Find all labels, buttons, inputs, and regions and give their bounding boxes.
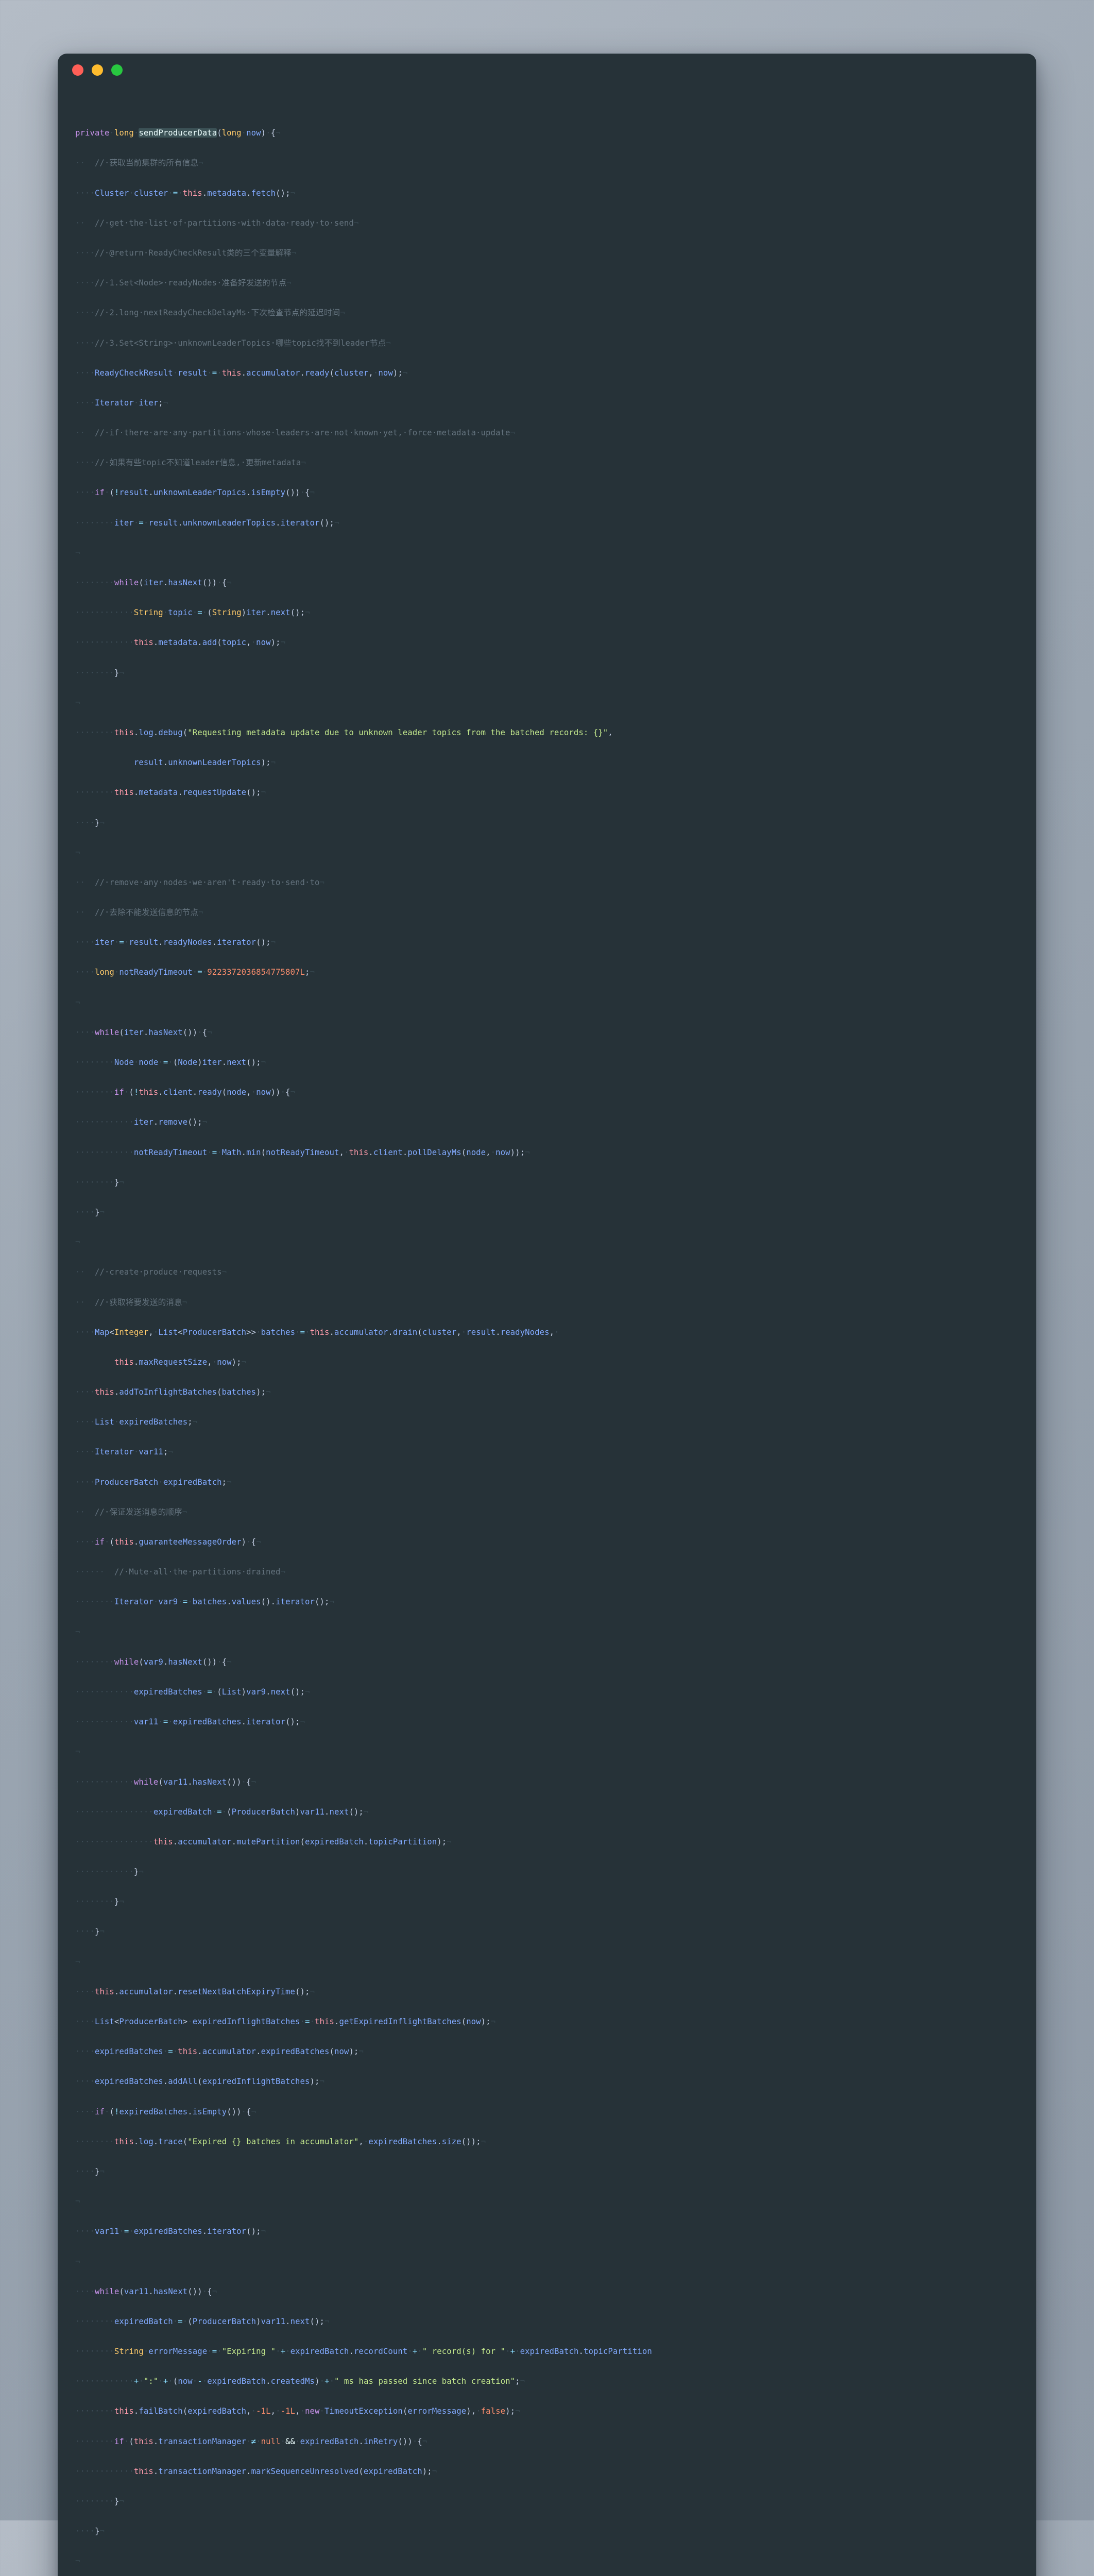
code-line: ····long·notReadyTimeout·=·9223372036854… — [75, 968, 315, 977]
code-line: ····while(iter.hasNext())·{¬ — [75, 1027, 212, 1037]
code-line: ············this.transactionManager.mark… — [75, 2466, 437, 2476]
code-line: ¬ — [75, 1627, 80, 1637]
code-line: ············notReadyTimeout·=·Math.min(n… — [75, 1147, 530, 1157]
code-line: ·· //·remove·any·nodes·we·aren't·ready·t… — [75, 877, 324, 887]
code-line: ············expiredBatches·=·(List)var9.… — [75, 1687, 310, 1697]
code-line: ········}¬ — [75, 2497, 124, 2506]
minimize-window-button[interactable] — [92, 64, 103, 76]
code-line: ········this.log.trace("Expired {} batch… — [75, 2137, 486, 2146]
code-line: ¬ — [75, 2197, 80, 2207]
code-line: ····}¬ — [75, 2166, 105, 2176]
code-line: ········iter·=·result.unknownLeaderTopic… — [75, 518, 339, 528]
code-line: ········while(iter.hasNext())·{¬ — [75, 578, 232, 587]
code-line: ············String·topic·=·(String)iter.… — [75, 608, 310, 618]
code-line: ····if·(!expiredBatches.isEmpty())·{¬ — [75, 2107, 257, 2116]
code-line: ¬ — [75, 1747, 80, 1757]
code-line: ············}¬ — [75, 1867, 144, 1877]
left-gutter-rail — [58, 87, 61, 2576]
code-line: ¬ — [75, 698, 80, 707]
code-line: ····Iterator·var11;¬ — [75, 1447, 173, 1457]
code-line: ····this.accumulator.resetNextBatchExpir… — [75, 1987, 315, 1996]
code-line: ····expiredBatches.addAll(expiredInfligh… — [75, 2077, 324, 2087]
code-line: private·long·sendProducerData(long·now)·… — [75, 128, 281, 138]
code-line: this.maxRequestSize,·now);¬ — [114, 1357, 247, 1367]
code-line: ········Iterator·var9·=·batches.values()… — [75, 1597, 334, 1607]
code-line: ¬ — [75, 548, 80, 557]
code-line: ················this.accumulator.mutePar… — [75, 1837, 452, 1846]
code-line: ·· //·if·there·are·any·partitions·whose·… — [75, 428, 515, 438]
code-line: ¬ — [75, 2257, 80, 2266]
code-line: ········while(var9.hasNext())·{¬ — [75, 1657, 232, 1667]
maximize-window-button[interactable] — [111, 64, 123, 76]
code-line: ········if·(this.transactionManager·≠·nu… — [75, 2436, 428, 2446]
code-line: ····//·如果有些topic不知道leader信息,·更新metadata¬ — [75, 458, 306, 468]
code-line: ····while(var11.hasNext())·{¬ — [75, 2286, 217, 2296]
code-line: ····//·1.Set<Node>·readyNodes·准备好发送的节点¬ — [75, 278, 292, 288]
code-line: ······ //·Mute·all·the·partitions·draine… — [75, 1567, 286, 1577]
code-line: ········if·(!this.client.ready(node,·now… — [75, 1088, 296, 1097]
code-line: ············var11·=·expiredBatches.itera… — [75, 1717, 305, 1727]
code-snippet-window: private·long·sendProducerData(long·now)·… — [58, 54, 1036, 2576]
code-line: ····if·(this.guaranteeMessageOrder)·{¬ — [75, 1537, 261, 1547]
window-titlebar — [58, 54, 1036, 87]
code-line: ········String·errorMessage·=·"Expiring … — [75, 2347, 652, 2357]
code-line: ·· //·create·produce·requests¬ — [75, 1267, 227, 1277]
code-line: ········}¬ — [75, 1897, 124, 1907]
close-window-button[interactable] — [72, 64, 83, 76]
code-line: ····this.addToInflightBatches(batches);¬ — [75, 1387, 271, 1397]
code-line: ····ProducerBatch·expiredBatch;¬ — [75, 1477, 232, 1487]
code-line: ········}¬ — [75, 668, 124, 677]
code-line: ············while(var11.hasNext())·{¬ — [75, 1777, 257, 1787]
code-editor-content[interactable]: private·long·sendProducerData(long·now)·… — [58, 87, 1036, 2576]
code-line: ····expiredBatches·=·this.accumulator.ex… — [75, 2047, 364, 2057]
code-line: ············this.metadata.add(topic,·now… — [75, 638, 286, 648]
code-line: ····//·@return·ReadyCheckResult类的三个变量解释¬ — [75, 248, 297, 258]
screenshot-stage: private·long·sendProducerData(long·now)·… — [0, 0, 1094, 2576]
code-line: ····iter·=·result.readyNodes.iterator();… — [75, 938, 276, 947]
code-line: ····//·2.long·nextReadyCheckDelayMs·下次检查… — [75, 308, 345, 318]
code-line: ····Map<Integer,·List<ProducerBatch>>·ba… — [75, 1327, 559, 1337]
code-line: ····if·(!result.unknownLeaderTopics.isEm… — [75, 488, 315, 498]
code-line: ····var11·=·expiredBatches.iterator();¬ — [75, 2227, 266, 2236]
code-line: ¬ — [75, 1957, 80, 1967]
code-line: ········this.metadata.requestUpdate();¬ — [75, 788, 266, 798]
code-line: ····//·3.Set<String>·unknownLeaderTopics… — [75, 338, 391, 348]
code-line: ····Cluster·cluster·=·this.metadata.fetc… — [75, 188, 296, 198]
code-line: ·· //·获取将要发送的消息¬ — [75, 1297, 187, 1307]
code-line: ····}¬ — [75, 1927, 105, 1937]
code-line: ····}¬ — [75, 818, 105, 827]
code-line: ····}¬ — [75, 2527, 105, 2536]
code-line: ¬ — [75, 2556, 80, 2566]
code-line: ·· //·去除不能发送信息的节点¬ — [75, 908, 203, 918]
code-line: ········expiredBatch·=·(ProducerBatch)va… — [75, 2316, 330, 2326]
code-line: ····ReadyCheckResult·result·=·this.accum… — [75, 368, 408, 378]
code-line: ············+·":"·+·(now·-·expiredBatch.… — [75, 2377, 525, 2386]
code-line: ········this.log.debug("Requesting metad… — [75, 727, 613, 737]
code-line: ·· //·保证发送消息的顺序¬ — [75, 1507, 187, 1517]
code-line: ····}¬ — [75, 1207, 105, 1217]
code-line: result.unknownLeaderTopics);¬ — [133, 758, 276, 768]
code-line: ············iter.remove();¬ — [75, 1117, 208, 1127]
code-line: ········}¬ — [75, 1177, 124, 1187]
code-line: ····List·expiredBatches;¬ — [75, 1417, 198, 1427]
code-line: ¬ — [75, 1238, 80, 1247]
code-line: ····Iterator·iter;¬ — [75, 398, 168, 408]
code-line: ········this.failBatch(expiredBatch,·-1L… — [75, 2406, 520, 2416]
code-line: ¬ — [75, 997, 80, 1007]
code-line: ········Node·node·=·(Node)iter.next();¬ — [75, 1058, 266, 1067]
code-line: ····List<ProducerBatch>·expiredInflightB… — [75, 2017, 496, 2026]
code-line: ················expiredBatch·=·(Producer… — [75, 1807, 369, 1817]
code-line: ¬ — [75, 848, 80, 857]
code-line: ·· //·get·the·list·of·partitions·with·da… — [75, 218, 359, 228]
code-line: ·· //·获取当前集群的所有信息¬ — [75, 158, 203, 168]
